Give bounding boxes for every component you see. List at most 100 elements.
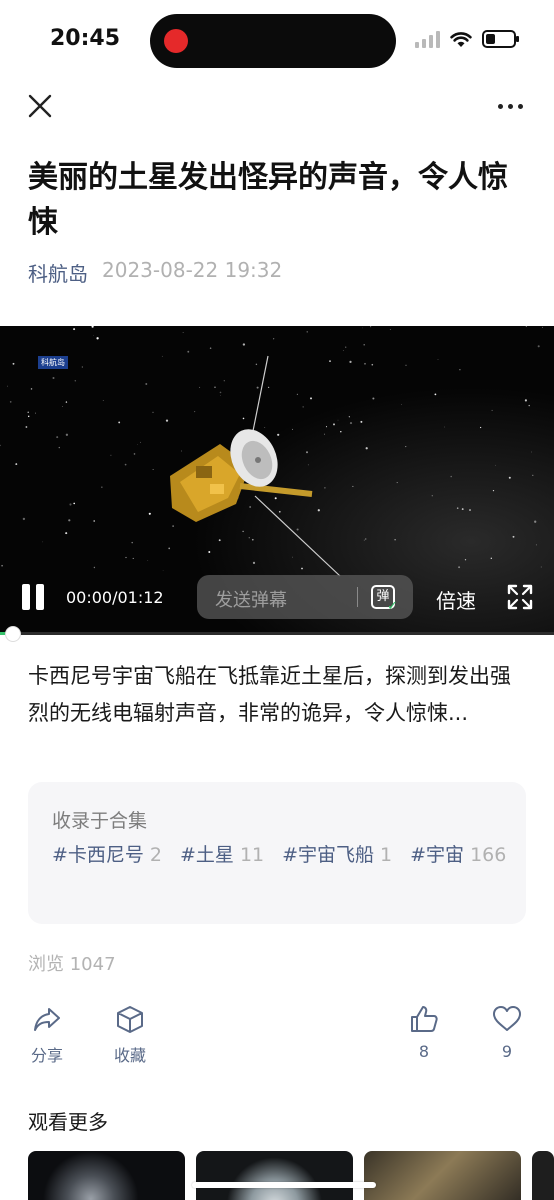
star [296, 393, 299, 396]
star [345, 346, 347, 348]
star [73, 328, 76, 331]
star [56, 436, 59, 439]
star [256, 386, 259, 389]
star [469, 509, 471, 511]
heart-icon [493, 1006, 521, 1031]
star [301, 567, 303, 570]
action-bar: 分享 收藏 8 9 [0, 1004, 554, 1074]
video-thumbnail[interactable] [364, 1151, 521, 1200]
star [118, 421, 121, 424]
collection-tag[interactable]: #宇宙 166 [410, 842, 506, 868]
status-time: 20:45 [50, 26, 121, 51]
view-count: 浏览 1047 [28, 954, 116, 975]
star [152, 468, 154, 470]
article-source[interactable]: 科航岛 [28, 258, 88, 287]
star [223, 380, 225, 382]
star [242, 343, 246, 346]
star [110, 454, 112, 456]
star [431, 495, 433, 497]
star [461, 508, 464, 511]
star [524, 399, 527, 402]
star [317, 509, 320, 512]
star [306, 331, 308, 333]
star [532, 474, 534, 476]
star [333, 423, 335, 426]
more-button[interactable] [498, 96, 528, 116]
star [218, 539, 221, 542]
video-player[interactable]: 科航岛 00:00/01:12 发送弹幕 弹 ✓ 倍速 [0, 326, 554, 634]
watch-more-title: 观看更多 [28, 1110, 108, 1134]
star [362, 327, 363, 329]
watch-more-list [28, 1151, 554, 1200]
star [172, 525, 174, 527]
star [25, 426, 28, 428]
star [255, 363, 258, 366]
close-button[interactable] [26, 92, 54, 120]
video-controls: 00:00/01:12 发送弹幕 弹 ✓ 倍速 [0, 574, 554, 624]
star [199, 386, 201, 388]
star [292, 556, 293, 558]
star [401, 404, 402, 405]
star [96, 337, 99, 340]
collection-tag[interactable]: #卡西尼号 2 [52, 842, 162, 868]
star [208, 551, 211, 553]
star [65, 433, 69, 436]
star [405, 364, 407, 366]
star [264, 427, 266, 428]
star [370, 326, 372, 328]
star [42, 541, 44, 543]
star [459, 369, 461, 371]
star [252, 561, 256, 564]
star [495, 464, 496, 466]
star [147, 559, 149, 561]
star [273, 338, 275, 340]
danmaku-bar[interactable]: 发送弹幕 弹 ✓ [197, 575, 413, 619]
star [348, 416, 350, 418]
star [437, 359, 439, 360]
share-button[interactable]: 分享 [17, 1004, 77, 1066]
star [214, 386, 216, 388]
share-label: 分享 [30, 1046, 63, 1065]
star [296, 528, 299, 531]
star [306, 451, 308, 454]
star [249, 506, 251, 508]
star [219, 391, 222, 394]
star [324, 433, 325, 435]
status-icons [415, 30, 519, 48]
home-indicator [192, 1182, 376, 1188]
video-progress-track[interactable] [0, 632, 554, 635]
star [1, 564, 3, 567]
video-thumbnail[interactable] [196, 1151, 353, 1200]
video-progress-knob[interactable] [6, 627, 20, 641]
star [124, 463, 127, 466]
star [325, 426, 328, 428]
pause-button[interactable] [22, 584, 48, 612]
video-thumbnail[interactable] [532, 1151, 554, 1200]
fullscreen-button[interactable] [507, 584, 533, 610]
collection-tag[interactable]: #宇宙飞船 1 [282, 842, 392, 868]
star [181, 450, 182, 452]
star [12, 362, 15, 365]
star [450, 475, 452, 478]
collection-tag[interactable]: #土星 11 [180, 842, 264, 868]
speed-button[interactable]: 倍速 [436, 585, 476, 614]
star [74, 380, 77, 382]
like-button[interactable]: 8 [394, 1004, 454, 1061]
collection-title: 收录于合集 [52, 810, 148, 832]
star [534, 520, 537, 523]
star [324, 487, 326, 489]
star [69, 503, 72, 506]
more-icon [498, 103, 503, 109]
danmaku-divider [357, 587, 358, 607]
star [93, 334, 94, 336]
favorite-button[interactable]: 收藏 [100, 1004, 160, 1066]
danmaku-input[interactable]: 发送弹幕 [215, 586, 287, 612]
star [458, 566, 461, 569]
heart-button[interactable]: 9 [477, 1004, 537, 1061]
star [360, 420, 363, 423]
video-thumbnail[interactable] [28, 1151, 185, 1200]
star [125, 556, 127, 559]
star [182, 332, 184, 334]
article-time: 2023-08-22 19:32 [102, 258, 283, 282]
star [396, 482, 398, 484]
